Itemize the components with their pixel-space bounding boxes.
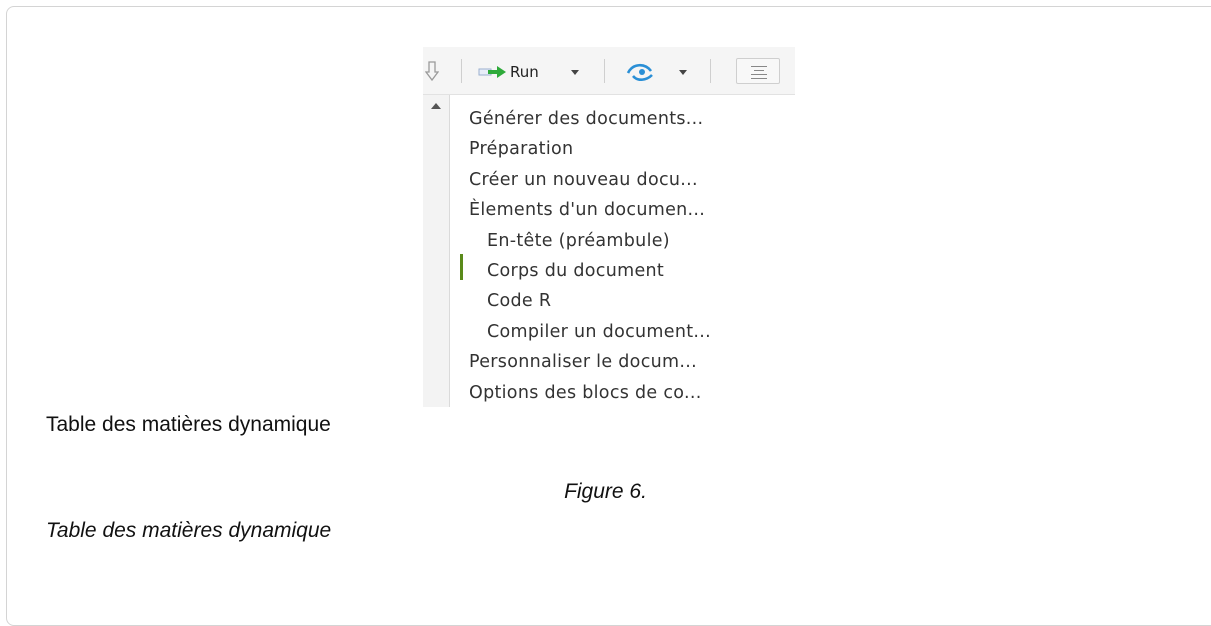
toolbar-separator bbox=[461, 59, 462, 83]
outline-scrollbar[interactable] bbox=[423, 95, 450, 407]
toc-item[interactable]: Préparation bbox=[469, 134, 711, 164]
editor-toolbar: Run bbox=[423, 47, 795, 95]
run-label: Run bbox=[510, 63, 539, 81]
toc-item[interactable]: Options des blocs de co... bbox=[469, 378, 711, 407]
toolbar-separator bbox=[604, 59, 605, 83]
download-arrow-icon[interactable] bbox=[425, 61, 439, 83]
run-dropdown-caret-icon[interactable] bbox=[571, 70, 579, 75]
toc-subitem[interactable]: Code R bbox=[469, 286, 711, 316]
toc-item[interactable]: Èlements d'un documen... bbox=[469, 195, 711, 225]
toc-subitem[interactable]: En-tête (préambule) bbox=[469, 226, 711, 256]
figure-label: Figure 6. bbox=[564, 480, 647, 503]
scroll-up-icon[interactable] bbox=[431, 103, 441, 109]
publish-dropdown-caret-icon[interactable] bbox=[679, 70, 687, 75]
publish-icon[interactable] bbox=[625, 59, 659, 83]
outline-icon[interactable] bbox=[736, 58, 780, 84]
toc-item[interactable]: Créer un nouveau docu... bbox=[469, 165, 711, 195]
toolbar-separator bbox=[710, 59, 711, 83]
toc-subitem[interactable]: Compiler un document... bbox=[469, 317, 711, 347]
current-section-marker bbox=[460, 254, 463, 280]
toc-item[interactable]: Personnaliser le docum... bbox=[469, 347, 711, 377]
toc-subitem-current[interactable]: Corps du document bbox=[469, 256, 711, 286]
run-arrow-icon bbox=[478, 66, 506, 78]
run-button[interactable]: Run bbox=[478, 61, 539, 83]
toc-outline-list: Générer des documents... Préparation Cré… bbox=[469, 104, 711, 407]
figure-caption: Table des matières dynamique bbox=[46, 519, 332, 542]
image-alt-text: Table des matières dynamique bbox=[46, 413, 331, 436]
rstudio-screenshot: Run Générer des documents... Préparation… bbox=[423, 47, 795, 407]
toc-item[interactable]: Générer des documents... bbox=[469, 104, 711, 134]
